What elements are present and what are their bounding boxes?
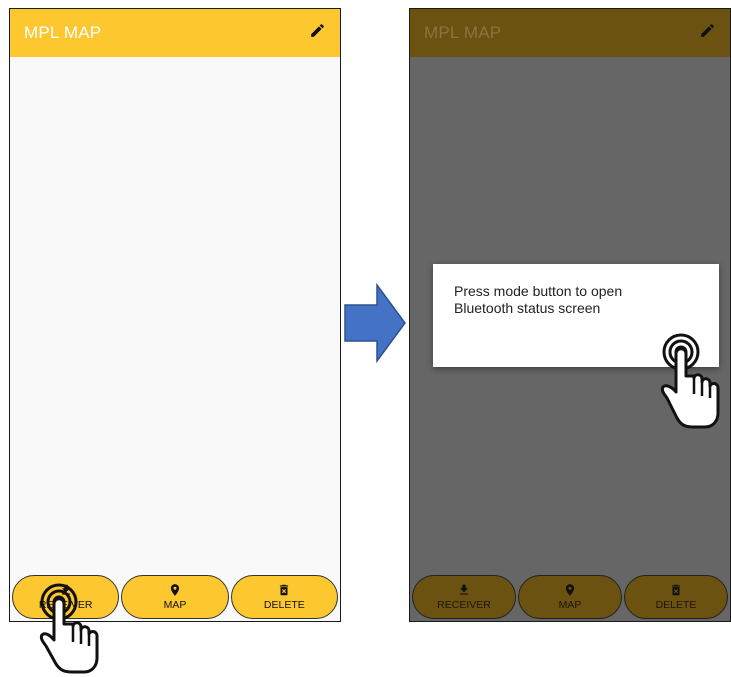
trash-icon: [669, 583, 683, 599]
delete-button[interactable]: DELETE: [624, 575, 728, 619]
phone-screen-after: MPL MAP Press mode button to open Blueto…: [409, 8, 731, 622]
map-button[interactable]: MAP: [518, 575, 622, 619]
trash-icon: [277, 583, 291, 599]
tap-hand-icon: [654, 330, 724, 435]
tap-hand-icon: [34, 580, 104, 677]
delete-button[interactable]: DELETE: [230, 575, 338, 619]
map-pin-icon: [168, 583, 182, 599]
right-arrow-icon: [343, 282, 407, 368]
map-pin-icon: [563, 583, 577, 599]
pencil-icon[interactable]: [309, 22, 326, 44]
bottom-nav: RECEIVER MAP DELETE: [410, 575, 730, 621]
map-button[interactable]: MAP: [121, 575, 229, 619]
receiver-button[interactable]: RECEIVER: [412, 575, 516, 619]
map-label: MAP: [558, 599, 582, 611]
phone-screen-before: MPL MAP RECEIVER MAP DELETE: [9, 8, 341, 622]
app-bar: MPL MAP: [10, 9, 340, 57]
app-bar: MPL MAP: [410, 9, 730, 57]
map-label: MAP: [163, 599, 187, 611]
app-title: MPL MAP: [424, 23, 502, 42]
pencil-icon[interactable]: [699, 22, 716, 44]
dialog-message: Press mode button to open Bluetooth stat…: [454, 283, 623, 316]
delete-label: DELETE: [655, 599, 697, 611]
receiver-label: RECEIVER: [437, 599, 491, 611]
app-title: MPL MAP: [24, 23, 102, 42]
delete-label: DELETE: [263, 599, 305, 611]
download-icon: [457, 583, 471, 599]
